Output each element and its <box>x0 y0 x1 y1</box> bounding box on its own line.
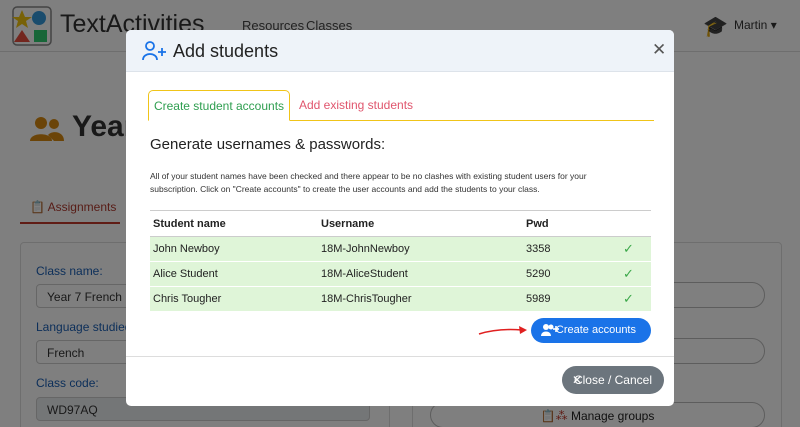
table-row: Chris Tougher 18M-ChrisTougher 5989 ✓ <box>150 286 651 312</box>
tab-add-existing[interactable]: Add existing students <box>296 90 416 121</box>
student-name: John Newboy <box>150 236 318 262</box>
create-accounts-button[interactable]: Create accounts <box>531 318 651 343</box>
student-name: Alice Student <box>150 261 318 287</box>
modal-tabs: Create student accounts Add existing stu… <box>148 90 654 121</box>
create-accounts-label: Create accounts <box>555 324 636 336</box>
username: 18M-JohnNewboy <box>318 236 523 262</box>
section-heading: Generate usernames & passwords: <box>150 136 386 153</box>
username: 18M-ChrisTougher <box>318 286 523 312</box>
user-plus-icon <box>142 41 166 61</box>
arrow-icon <box>478 326 527 335</box>
username: 18M-AliceStudent <box>318 261 523 287</box>
close-cancel-button[interactable]: ✕ Close / Cancel <box>562 366 664 394</box>
check-icon: ✓ <box>603 286 651 312</box>
password: 5989 <box>523 286 603 312</box>
table-header: Student name Username Pwd <box>150 210 651 237</box>
modal-header: Add students ✕ <box>126 30 674 72</box>
tab-create-accounts[interactable]: Create student accounts <box>148 90 290 121</box>
info-text: All of your student names have been chec… <box>150 171 587 194</box>
column-header: Username <box>318 210 523 237</box>
column-header: Pwd <box>523 210 603 237</box>
check-icon: ✓ <box>603 236 651 262</box>
table-row: John Newboy 18M-JohnNewboy 3358 ✓ <box>150 236 651 262</box>
modal-title: Add students <box>173 41 279 61</box>
user-plus-icon <box>541 324 559 336</box>
password: 5290 <box>523 261 603 287</box>
column-header: Student name <box>150 210 318 237</box>
students-table: Student name Username Pwd John Newboy 18… <box>150 210 651 312</box>
close-icon: ✕ <box>572 373 583 387</box>
add-students-modal: Add students ✕ Create student accounts A… <box>126 30 674 406</box>
table-row: Alice Student 18M-AliceStudent 5290 ✓ <box>150 261 651 287</box>
column-header <box>603 210 651 237</box>
password: 3358 <box>523 236 603 262</box>
close-icon[interactable]: ✕ <box>652 40 666 60</box>
close-cancel-label: Close / Cancel <box>573 373 652 387</box>
check-icon: ✓ <box>603 261 651 287</box>
student-name: Chris Tougher <box>150 286 318 312</box>
